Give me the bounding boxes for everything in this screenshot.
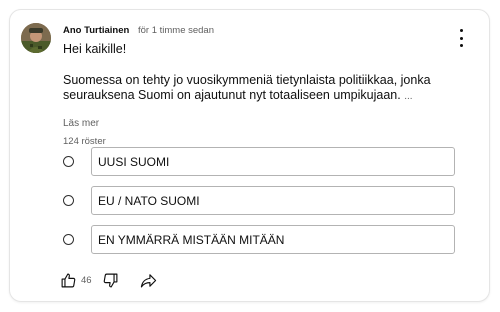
post-greeting: Hei kaikille! <box>63 42 127 56</box>
poll-option[interactable]: EN YMMÄRRÄ MISTÄÄN MITÄÄN <box>63 225 455 254</box>
post-body: Hei kaikille! Suomessa on tehty jo vuosi… <box>63 42 473 105</box>
post-header: Ano Turtiainen för 1 timme sedan <box>63 25 214 36</box>
post-paragraph: Suomessa on tehty jo vuosikymmeniä tiety… <box>63 73 473 105</box>
dislike-button[interactable] <box>102 271 120 289</box>
avatar-image <box>21 23 51 53</box>
thumbs-down-icon <box>103 273 118 287</box>
thumbs-up-icon <box>61 273 75 287</box>
poll-radio[interactable] <box>63 234 74 245</box>
poll-option-label: EN YMMÄRRÄ MISTÄÄN MITÄÄN <box>98 232 285 247</box>
poll-option-label: EU / NATO SUOMI <box>98 193 200 208</box>
poll-option-box[interactable]: EU / NATO SUOMI <box>91 186 455 215</box>
post-paragraph-text: Suomessa on tehty jo vuosikymmeniä tiety… <box>63 72 431 103</box>
poll-option[interactable]: UUSI SUOMI <box>63 147 455 176</box>
poll-radio[interactable] <box>63 156 74 167</box>
share-icon <box>140 273 157 287</box>
action-bar: 46 <box>59 271 158 289</box>
poll-option-box[interactable]: UUSI SUOMI <box>91 147 455 176</box>
more-vert-icon <box>459 29 463 32</box>
like-button[interactable] <box>59 271 77 289</box>
like-count: 46 <box>81 274 92 286</box>
poll-radio[interactable] <box>63 195 74 206</box>
author-name[interactable]: Ano Turtiainen <box>63 25 129 36</box>
community-post-card: Ano Turtiainen för 1 timme sedan Hei kai… <box>9 9 490 302</box>
avatar[interactable] <box>21 23 51 53</box>
read-more-link[interactable]: Läs mer <box>63 118 99 129</box>
poll-option[interactable]: EU / NATO SUOMI <box>63 186 455 215</box>
vote-count: 124 röster <box>63 136 106 147</box>
poll-option-label: UUSI SUOMI <box>98 154 170 169</box>
post-time[interactable]: för 1 timme sedan <box>138 25 214 36</box>
truncation-ellipsis: ... <box>404 91 413 102</box>
share-button[interactable] <box>140 271 158 289</box>
poll-option-box[interactable]: EN YMMÄRRÄ MISTÄÄN MITÄÄN <box>91 225 455 254</box>
